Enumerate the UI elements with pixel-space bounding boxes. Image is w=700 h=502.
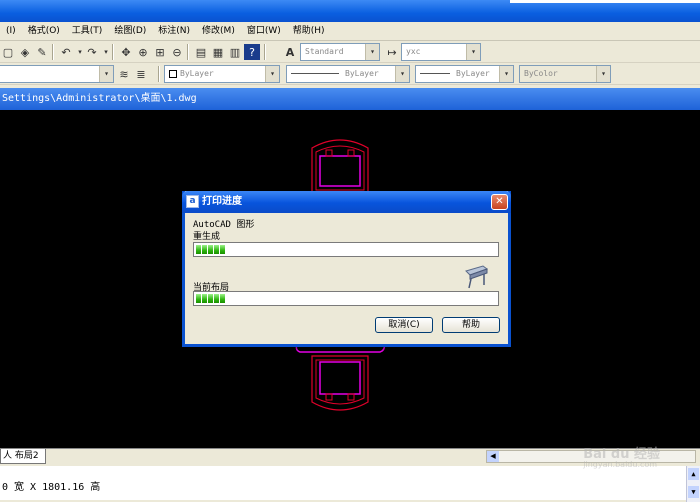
watermark-logo: Bai du 经验 jingyan.baidu.com bbox=[583, 443, 660, 462]
dim-style-select[interactable]: yxc▾ bbox=[401, 43, 481, 61]
chevron-down-icon: ▾ bbox=[466, 44, 480, 60]
progress-block bbox=[208, 294, 213, 303]
chevron-down-icon: ▾ bbox=[395, 66, 409, 82]
tool-palettes-icon[interactable]: ▥ bbox=[227, 44, 243, 60]
regen-label: 重生成 bbox=[193, 229, 220, 242]
progress-block bbox=[196, 294, 201, 303]
menu-item-help[interactable]: 帮助(H) bbox=[287, 22, 331, 41]
plot-progress-dialog: a 打印进度 ✕ AutoCAD 图形 重生成 当前布局 取消(C) 帮助 bbox=[182, 191, 511, 347]
progress-block bbox=[220, 294, 225, 303]
properties-icon[interactable]: ▤ bbox=[193, 44, 209, 60]
layer-select[interactable]: ▾ bbox=[0, 65, 114, 83]
plot-style-select[interactable]: ByColor▾ bbox=[519, 65, 611, 83]
tab-layout2[interactable]: 人 布局2 bbox=[0, 449, 46, 464]
open-icon[interactable]: ▢ bbox=[0, 44, 16, 60]
plotter-icon bbox=[463, 263, 489, 289]
chevron-down-icon: ▾ bbox=[265, 66, 279, 82]
close-icon[interactable]: ✕ bbox=[491, 194, 508, 210]
zoom-previous-icon[interactable]: ⊖ bbox=[169, 44, 185, 60]
menu-item-draw[interactable]: 绘图(D) bbox=[108, 22, 152, 41]
linetype-select[interactable]: ByLayer▾ bbox=[286, 65, 410, 83]
dialog-title-bar: a 打印进度 ✕ bbox=[182, 191, 511, 213]
layer-manager-icon[interactable]: ≋ bbox=[116, 66, 132, 82]
drawing-title-bar: Settings\Administrator\桌面\1.dwg bbox=[0, 88, 700, 110]
scroll-left-icon[interactable]: ◀ bbox=[487, 451, 499, 462]
progress-block bbox=[214, 245, 219, 254]
chevron-down-icon: ▾ bbox=[499, 66, 513, 82]
help-button[interactable]: 帮助 bbox=[442, 317, 500, 333]
pan-icon[interactable]: ✥ bbox=[118, 44, 134, 60]
zoom-window-icon[interactable]: ⊞ bbox=[152, 44, 168, 60]
menu-item-window[interactable]: 窗口(W) bbox=[241, 22, 287, 41]
chair-top bbox=[312, 140, 368, 194]
chair-bottom bbox=[312, 356, 368, 410]
menu-bar: (I) 格式(O) 工具(T) 绘图(D) 标注(N) 修改(M) 窗口(W) … bbox=[0, 22, 700, 41]
progress-block bbox=[214, 294, 219, 303]
dim-style-icon[interactable]: ↦ bbox=[384, 44, 400, 60]
design-center-icon[interactable]: ▦ bbox=[210, 44, 226, 60]
regen-progress-bar bbox=[193, 242, 499, 257]
dialog-title: 打印进度 bbox=[202, 196, 242, 207]
scroll-up-icon[interactable]: ▲ bbox=[688, 468, 699, 480]
menu-item-insert[interactable]: (I) bbox=[0, 22, 22, 41]
properties-toolbar: ▾ ≋ ≣ ByLayer▾ ByLayer▾ ByLayer▾ ByColor… bbox=[0, 63, 700, 85]
chevron-down-icon: ▾ bbox=[99, 66, 113, 82]
text-style-icon[interactable]: A bbox=[282, 44, 298, 60]
command-history-line: 0 宽 X 1801.16 高 bbox=[2, 478, 100, 493]
progress-block bbox=[202, 245, 207, 254]
menu-item-modify[interactable]: 修改(M) bbox=[196, 22, 241, 41]
progress-block bbox=[202, 294, 207, 303]
cancel-button[interactable]: 取消(C) bbox=[375, 317, 433, 333]
color-swatch bbox=[169, 70, 177, 78]
menu-item-format[interactable]: 格式(O) bbox=[22, 22, 66, 41]
progress-block bbox=[196, 245, 201, 254]
progress-block bbox=[208, 245, 213, 254]
autocad-logo-icon: a bbox=[186, 195, 199, 208]
progress-block bbox=[220, 245, 225, 254]
publish-icon[interactable]: ◈ bbox=[17, 44, 33, 60]
title-bar bbox=[0, 0, 700, 22]
layer-previous-icon[interactable]: ≣ bbox=[133, 66, 149, 82]
text-style-select[interactable]: Standard▾ bbox=[300, 43, 380, 61]
match-properties-icon[interactable]: ✎ bbox=[34, 44, 50, 60]
chevron-down-icon: ▾ bbox=[596, 66, 610, 82]
help-icon[interactable]: ? bbox=[244, 44, 260, 60]
menu-item-dimension[interactable]: 标注(N) bbox=[152, 22, 196, 41]
zoom-realtime-icon[interactable]: ⊕ bbox=[135, 44, 151, 60]
command-window[interactable]: 0 宽 X 1801.16 高 ▲ ▼ bbox=[0, 464, 700, 500]
color-select[interactable]: ByLayer▾ bbox=[164, 65, 280, 83]
menu-item-tools[interactable]: 工具(T) bbox=[66, 22, 109, 41]
lineweight-select[interactable]: ByLayer▾ bbox=[415, 65, 514, 83]
standard-toolbar: ▢ ◈ ✎ ↶ ▾ ↷ ▾ ✥ ⊕ ⊞ ⊖ ▤ ▦ ▥ ? A Standard… bbox=[0, 41, 700, 63]
layout-progress-bar bbox=[193, 291, 499, 306]
chevron-down-icon: ▾ bbox=[365, 44, 379, 60]
vertical-scrollbar[interactable]: ▲ ▼ bbox=[686, 466, 700, 502]
scroll-down-icon[interactable]: ▼ bbox=[688, 486, 699, 498]
